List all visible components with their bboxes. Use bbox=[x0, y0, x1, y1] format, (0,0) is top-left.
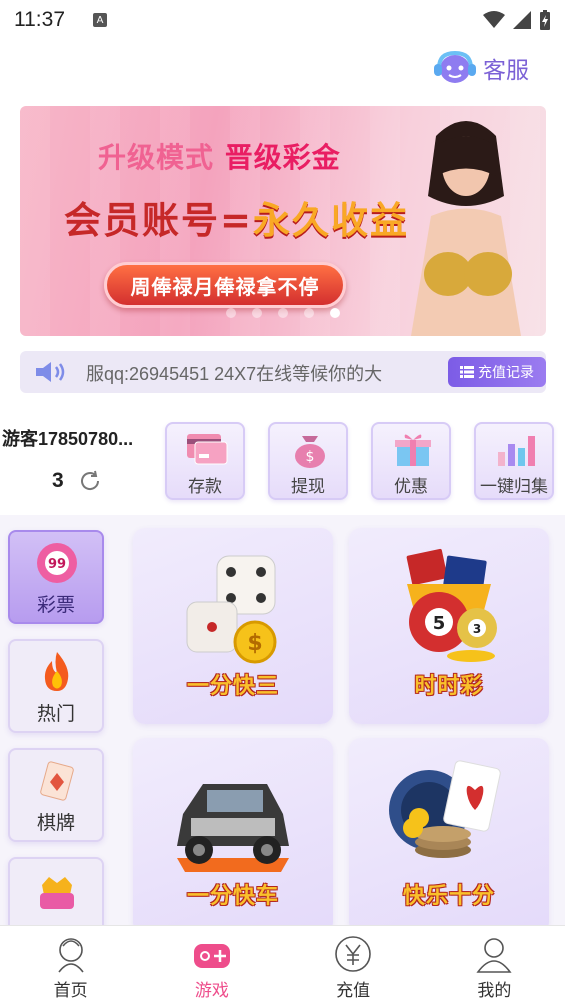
race-car-icon bbox=[177, 784, 289, 872]
collect-all-button[interactable]: 一键归集 bbox=[474, 422, 554, 500]
gift-icon bbox=[395, 434, 431, 466]
banner-dot-active[interactable] bbox=[330, 308, 340, 318]
banner-slogan: 会员账号=永久收益 bbox=[64, 190, 409, 244]
tab-mine-label: 我的 bbox=[477, 981, 512, 1001]
dice-icon: $ bbox=[186, 555, 277, 664]
svg-text:$: $ bbox=[306, 449, 315, 465]
banner-line1-b: 晋级彩金 bbox=[224, 141, 341, 174]
bar-chart-icon bbox=[498, 436, 535, 466]
withdraw-button[interactable]: $ 提现 bbox=[268, 422, 348, 500]
tab-games-label: 游戏 bbox=[194, 981, 229, 1001]
svg-text:3: 3 bbox=[473, 622, 481, 636]
banner-headline: 升级模式 晋级彩金 bbox=[98, 136, 341, 176]
game-name-racing: 一分快车 bbox=[186, 884, 279, 909]
user-icon bbox=[476, 938, 512, 973]
banner-section: 升级模式 晋级彩金 会员账号=永久收益 周俸禄月俸禄拿不停 bbox=[0, 100, 565, 345]
recharge-record-label: 充值记录 bbox=[478, 365, 534, 381]
banner-dot[interactable] bbox=[252, 308, 262, 318]
game-area: 99 彩票 热门 棋牌 $ 一分快三 5 3 时时彩 一分快车 快乐十分 bbox=[0, 515, 565, 925]
deposit-label: 存款 bbox=[188, 477, 222, 497]
deposit-button[interactable]: 存款 bbox=[165, 422, 245, 500]
notice-text: 服qq:26945451 24X7在线等候你的大 bbox=[86, 364, 383, 384]
headset-icon bbox=[434, 50, 476, 83]
banner-pagination bbox=[20, 308, 546, 318]
svg-text:$: $ bbox=[247, 631, 262, 656]
poker-chips-icon bbox=[389, 760, 501, 858]
status-bar: 11:37 A bbox=[0, 0, 565, 40]
fire-icon bbox=[44, 652, 69, 691]
playing-card-icon bbox=[40, 761, 74, 801]
banner-dot[interactable] bbox=[226, 308, 236, 318]
promotion-button[interactable]: 优惠 bbox=[371, 422, 451, 500]
user-section: 游客17850780... 3 存款 $ 提现 优惠 一键归集 bbox=[0, 405, 565, 515]
lottery-ball-icon: 99 bbox=[37, 543, 77, 583]
tab-home[interactable]: 首页 bbox=[0, 926, 141, 1005]
banner-dot[interactable] bbox=[278, 308, 288, 318]
banner-model-image bbox=[411, 121, 521, 336]
game-card-ssc[interactable]: 5 3 时时彩 bbox=[349, 528, 549, 724]
promotion-label: 优惠 bbox=[394, 477, 428, 497]
banner-line2-b: 永久收益 bbox=[253, 199, 410, 242]
wifi-icon bbox=[483, 11, 505, 28]
game-name-k3: 一分快三 bbox=[186, 674, 279, 699]
category-hot[interactable]: 热门 bbox=[8, 639, 104, 733]
crown-game-icon bbox=[40, 877, 74, 909]
money-bag-icon: $ bbox=[295, 436, 325, 468]
customer-service-button[interactable]: 客服 bbox=[433, 50, 529, 86]
gamepad-icon bbox=[193, 944, 230, 968]
svg-text:5: 5 bbox=[433, 613, 446, 634]
yuan-icon bbox=[335, 936, 371, 972]
username: 游客17850780... bbox=[2, 429, 134, 449]
bottom-tab-bar: 首页 游戏 充值 我的 bbox=[0, 925, 565, 1005]
category-more[interactable] bbox=[8, 857, 104, 925]
notice-bar: 服qq:26945451 24X7在线等候你的大 充值记录 bbox=[20, 351, 546, 393]
home-icon bbox=[57, 938, 84, 973]
header: 客服 bbox=[0, 40, 565, 100]
banner-line2-a: 会员账号= bbox=[64, 199, 254, 242]
tab-recharge[interactable]: 充值 bbox=[283, 926, 424, 1005]
speaker-icon bbox=[36, 362, 65, 382]
game-name-happy10: 快乐十分 bbox=[402, 884, 495, 909]
banner-pill: 周俸禄月俸禄拿不停 bbox=[104, 262, 346, 308]
collect-all-label: 一键归集 bbox=[480, 477, 548, 497]
card-icon bbox=[187, 434, 228, 465]
balance-value: 3 bbox=[52, 469, 64, 492]
banner-line1-a: 升级模式 bbox=[98, 141, 215, 174]
list-icon bbox=[460, 366, 474, 378]
category-cards-label: 棋牌 bbox=[36, 812, 75, 834]
game-name-ssc: 时时彩 bbox=[414, 674, 484, 699]
game-card-racing[interactable]: 一分快车 bbox=[133, 738, 333, 925]
withdraw-label: 提现 bbox=[291, 477, 325, 497]
category-lottery[interactable]: 99 彩票 bbox=[8, 530, 104, 624]
category-lottery-label: 彩票 bbox=[36, 594, 75, 616]
status-time: 11:37 bbox=[14, 8, 65, 31]
game-card-k3[interactable]: $ 一分快三 bbox=[133, 528, 333, 724]
recharge-record-button[interactable]: 充值记录 bbox=[448, 357, 546, 387]
customer-service-label: 客服 bbox=[483, 58, 529, 84]
promo-banner[interactable]: 升级模式 晋级彩金 会员账号=永久收益 周俸禄月俸禄拿不停 bbox=[20, 106, 546, 336]
signal-icon bbox=[513, 11, 531, 29]
battery-icon bbox=[540, 10, 550, 30]
category-hot-label: 热门 bbox=[36, 703, 75, 725]
notice-section: 服qq:26945451 24X7在线等候你的大 充值记录 bbox=[0, 345, 565, 405]
status-icons bbox=[483, 10, 551, 30]
tab-mine[interactable]: 我的 bbox=[424, 926, 565, 1005]
category-cards[interactable]: 棋牌 bbox=[8, 748, 104, 842]
banner-dot[interactable] bbox=[304, 308, 314, 318]
game-card-happy10[interactable]: 快乐十分 bbox=[349, 738, 549, 925]
svg-text:99: 99 bbox=[48, 557, 66, 572]
lottery-balls-icon: 5 3 bbox=[406, 548, 497, 662]
tab-home-label: 首页 bbox=[53, 981, 88, 1001]
refresh-icon[interactable] bbox=[78, 469, 102, 493]
tab-games[interactable]: 游戏 bbox=[141, 926, 282, 1005]
notification-icon: A bbox=[93, 13, 107, 27]
tab-recharge-label: 充值 bbox=[336, 981, 371, 1001]
